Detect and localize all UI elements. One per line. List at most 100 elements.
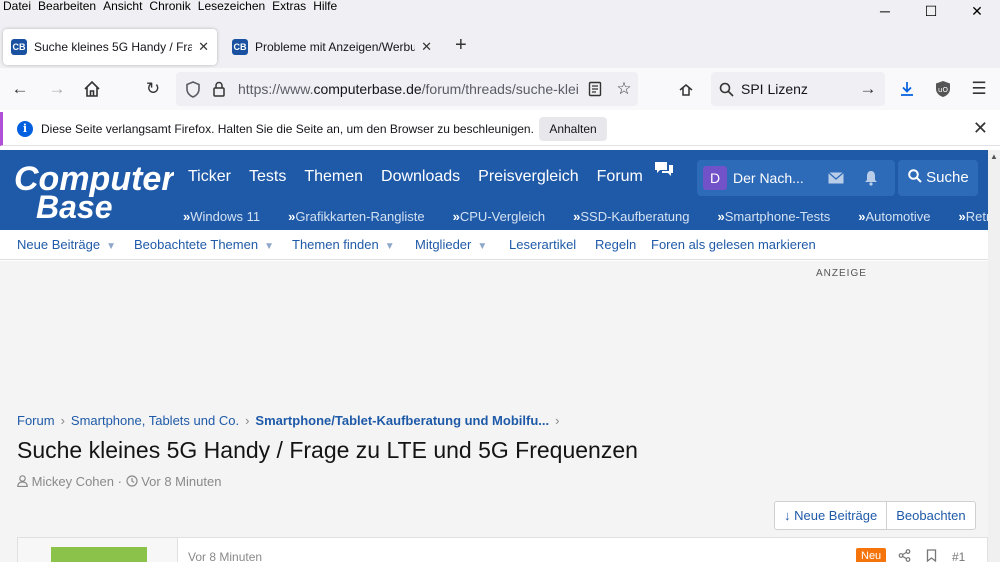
menu-file[interactable]: Datei bbox=[0, 0, 35, 16]
forward-icon[interactable]: → bbox=[46, 78, 68, 100]
menu-bookmarks[interactable]: Lesezeichen bbox=[195, 0, 269, 16]
breadcrumb-category[interactable]: Smartphone, Tablets und Co. bbox=[71, 413, 239, 428]
menu-tools[interactable]: Extras bbox=[269, 0, 310, 16]
subnav-item[interactable]: »SSD-Kaufberatung bbox=[573, 209, 703, 224]
menu-view[interactable]: Ansicht bbox=[100, 0, 146, 16]
search-input[interactable]: SPI Lizenz bbox=[741, 81, 808, 97]
tab-close-icon[interactable]: ✕ bbox=[421, 39, 432, 55]
search-icon bbox=[715, 78, 737, 100]
subnav-item[interactable]: »Grafikkarten-Rangliste bbox=[288, 209, 439, 224]
bookmark-star-icon[interactable]: ☆ bbox=[613, 78, 635, 100]
reader-view-icon[interactable] bbox=[584, 78, 606, 100]
subnav-item[interactable]: »Windows 11 bbox=[183, 209, 274, 224]
svg-text:uO: uO bbox=[938, 86, 948, 94]
secnav-find-threads[interactable]: Themen finden ▼ bbox=[292, 237, 395, 252]
menu-help[interactable]: Hilfe bbox=[310, 0, 341, 16]
thread-time[interactable]: Vor 8 Minuten bbox=[141, 474, 221, 489]
info-icon: i bbox=[17, 121, 33, 137]
secnav-reader-articles[interactable]: Leserartikel bbox=[509, 237, 576, 252]
downloads-icon[interactable] bbox=[896, 78, 918, 100]
nav-tests[interactable]: Tests bbox=[249, 168, 286, 186]
menu-edit[interactable]: Bearbeiten bbox=[35, 0, 100, 16]
subnav-item[interactable]: »CPU-Vergleich bbox=[453, 209, 560, 224]
forum-secondary-nav: Neue Beiträge ▼ Beobachtete Themen ▼ Theme… bbox=[0, 230, 988, 260]
home-icon[interactable] bbox=[81, 78, 103, 100]
chevron-right-icon: › bbox=[60, 413, 65, 428]
subnav-item[interactable]: »Smartphone-Tests bbox=[718, 209, 845, 224]
notification-text: Diese Seite verlangsamt Firefox. Halten … bbox=[41, 122, 534, 136]
share-icon[interactable] bbox=[898, 549, 911, 562]
back-icon[interactable]: ← bbox=[9, 78, 31, 100]
url-text: https://www.computerbase.de/forum/thread… bbox=[238, 81, 578, 97]
url-bar[interactable]: https://www.computerbase.de/forum/thread… bbox=[176, 72, 638, 106]
chevron-right-icon: › bbox=[555, 413, 560, 428]
minimize-button[interactable]: ─ bbox=[862, 0, 908, 22]
nav-toolbar: ← → ↻ https://www.computerbase.de/forum/… bbox=[0, 68, 1000, 110]
tab-active[interactable]: CB Suche kleines 5G Handy / Frage ✕ bbox=[3, 29, 217, 65]
forum-chat-icon bbox=[655, 162, 673, 176]
post-user-sidebar bbox=[18, 538, 178, 562]
lock-icon[interactable] bbox=[208, 78, 230, 100]
secnav-rules[interactable]: Regeln bbox=[595, 237, 636, 252]
search-bar[interactable]: SPI Lizenz → bbox=[711, 72, 885, 106]
nav-forum[interactable]: Forum bbox=[597, 168, 643, 186]
chevron-down-icon: ▼ bbox=[384, 241, 395, 252]
thread-author[interactable]: Mickey Cohen bbox=[32, 474, 114, 489]
user-name[interactable]: Der Nach... bbox=[733, 170, 804, 186]
tracking-shield-icon[interactable] bbox=[182, 78, 204, 100]
thread-meta: Mickey Cohen · Vor 8 Minuten bbox=[17, 474, 221, 489]
tab-title: Suche kleines 5G Handy / Frage bbox=[34, 40, 193, 54]
main-nav: Ticker Tests Themen Downloads Preisvergl… bbox=[188, 168, 661, 186]
url-domain: computerbase.de bbox=[313, 81, 422, 97]
save-to-pocket-icon[interactable] bbox=[675, 78, 697, 100]
page-title: Suche kleines 5G Handy / Frage zu LTE un… bbox=[17, 437, 638, 463]
avatar[interactable]: D bbox=[703, 166, 727, 190]
computerbase-logo[interactable]: Computer Base bbox=[14, 156, 174, 224]
status-badge: Neu bbox=[856, 548, 887, 562]
slow-page-notification: i Diese Seite verlangsamt Firefox. Halte… bbox=[0, 112, 1000, 146]
search-go-icon[interactable]: → bbox=[857, 78, 879, 100]
envelope-icon[interactable] bbox=[828, 172, 844, 184]
computerbase-favicon-icon: CB bbox=[11, 39, 27, 55]
secnav-watched-threads[interactable]: Beobachtete Themen ▼ bbox=[134, 237, 274, 252]
site-search-button[interactable]: Suche bbox=[898, 160, 978, 196]
bell-icon[interactable] bbox=[864, 170, 878, 186]
clock-icon bbox=[125, 475, 138, 487]
scroll-up-icon[interactable]: ▲ bbox=[990, 152, 998, 161]
page-scrollbar[interactable]: ▲ bbox=[988, 150, 1000, 562]
new-posts-button[interactable]: ↓ Neue Beiträge bbox=[775, 502, 886, 529]
new-tab-icon[interactable]: + bbox=[455, 30, 467, 60]
ublock-origin-icon[interactable]: uO bbox=[932, 78, 954, 100]
breadcrumb-subforum[interactable]: Smartphone/Tablet-Kaufberatung und Mobil… bbox=[255, 413, 549, 428]
post-date[interactable]: Vor 8 Minuten bbox=[188, 550, 262, 562]
hamburger-menu-icon[interactable]: ☰ bbox=[968, 78, 990, 100]
user-nav: D Der Nach... bbox=[697, 160, 895, 196]
close-window-button[interactable]: ✕ bbox=[954, 0, 1000, 22]
post-number[interactable]: #1 bbox=[952, 550, 965, 562]
avatar[interactable] bbox=[51, 547, 147, 562]
title-bar: Datei Bearbeiten Ansicht Chronik Lesezei… bbox=[0, 0, 1000, 26]
tab-title: Probleme mit Anzeigen/Werbur bbox=[255, 40, 416, 54]
secnav-mark-read[interactable]: Foren als gelesen markieren bbox=[651, 237, 816, 252]
breadcrumb: Forum › Smartphone, Tablets und Co. › Smartp… bbox=[17, 413, 565, 428]
reload-icon[interactable]: ↻ bbox=[142, 78, 164, 100]
subnav-item[interactable]: »Automotive bbox=[858, 209, 944, 224]
menu-history[interactable]: Chronik bbox=[146, 0, 194, 16]
tab-close-icon[interactable]: ✕ bbox=[198, 39, 209, 55]
notification-close-icon[interactable]: ✕ bbox=[973, 118, 988, 139]
nav-downloads[interactable]: Downloads bbox=[381, 168, 460, 186]
site-search-label: Suche bbox=[926, 169, 969, 186]
secnav-members[interactable]: Mitglieder ▼ bbox=[415, 237, 487, 252]
watch-button[interactable]: Beobachten bbox=[886, 502, 974, 529]
url-path: /forum/threads/suche-klei bbox=[421, 81, 578, 97]
nav-ticker[interactable]: Ticker bbox=[188, 168, 231, 186]
maximize-button[interactable]: ☐ bbox=[908, 0, 954, 22]
secnav-new-posts[interactable]: Neue Beiträge ▼ bbox=[17, 237, 116, 252]
nav-themen[interactable]: Themen bbox=[304, 168, 363, 186]
tab-inactive[interactable]: CB Probleme mit Anzeigen/Werbur ✕ bbox=[224, 29, 440, 65]
meta-separator: · bbox=[117, 474, 122, 489]
nav-preisvergleich[interactable]: Preisvergleich bbox=[478, 168, 578, 186]
bookmark-icon[interactable] bbox=[926, 549, 937, 562]
breadcrumb-forum[interactable]: Forum bbox=[17, 413, 55, 428]
stop-page-button[interactable]: Anhalten bbox=[539, 117, 607, 141]
